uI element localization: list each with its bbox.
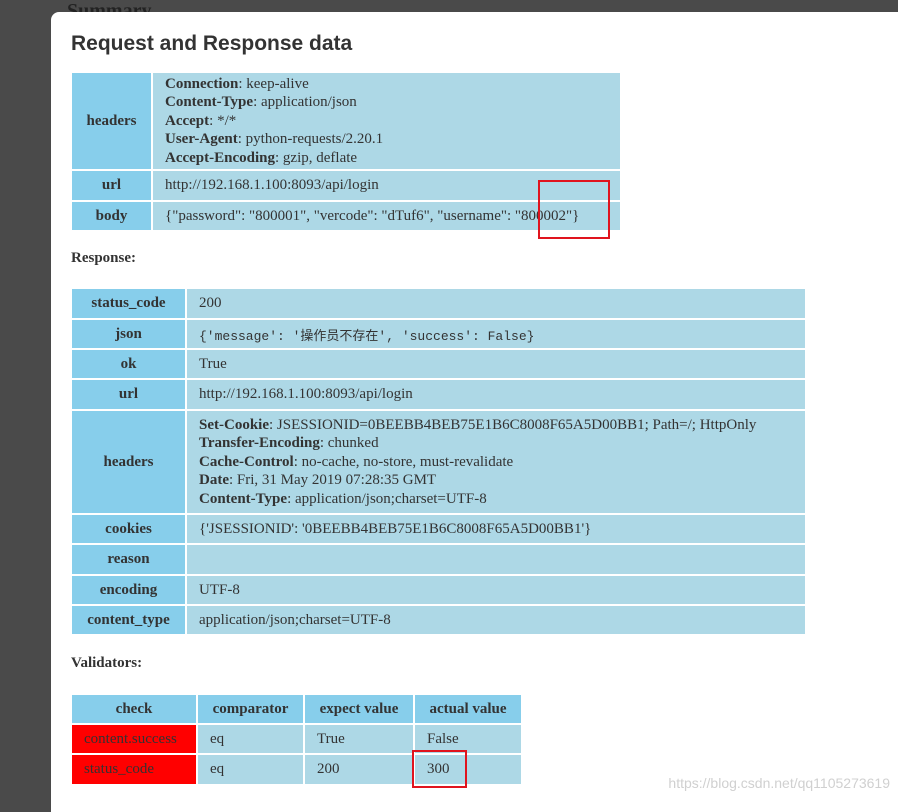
request-response-modal: Request and Response data headers Connec… — [51, 12, 898, 812]
table-row: status_code 200 — [72, 289, 805, 318]
highlight-box — [412, 750, 467, 788]
table-row: json {'message': '操作员不存在', 'success': Fal… — [72, 320, 805, 348]
column-header: expect value — [305, 695, 413, 723]
table-row: headers Set-Cookie: JSESSIONID=0BEEBB4BE… — [72, 411, 805, 513]
header-line: Accept: */* — [165, 112, 237, 129]
response-heading: Response: — [71, 250, 137, 266]
request-headers: Connection: keep-alive Content-Type: app… — [153, 73, 620, 169]
url-value: http://192.168.1.100:8093/api/login — [187, 380, 805, 409]
header-line: Transfer-Encoding: chunked — [199, 435, 379, 452]
check-cell-failed: content.success — [72, 725, 196, 753]
validators-heading: Validators: — [71, 655, 143, 671]
table-row: cookies {'JSESSIONID': '0BEEBB4BEB75E1B6C… — [72, 515, 805, 543]
highlight-box — [538, 180, 610, 239]
table-row: headers Connection: keep-alive Content-T… — [72, 73, 620, 169]
json-value: {'message': '操作员不存在', 'success': False} — [187, 320, 805, 348]
check-cell-failed: status_code — [72, 755, 196, 784]
header-line: Content-Type: application/json — [165, 94, 357, 111]
header-line: Date: Fri, 31 May 2019 07:28:35 GMT — [199, 472, 437, 489]
ok-value: True — [187, 350, 805, 378]
cookies-value: {'JSESSIONID': '0BEEBB4BEB75E1B6C8008F65… — [187, 515, 805, 543]
row-label: status_code — [72, 289, 185, 318]
response-table: status_code 200 json {'message': '操作员不存在',… — [70, 287, 807, 636]
comparator-cell: eq — [198, 755, 303, 784]
header-line: Cache-Control: no-cache, no-store, must-… — [199, 453, 514, 470]
watermark: https://blog.csdn.net/qq1105273619 — [668, 775, 890, 791]
header-line: User-Agent: python-requests/2.20.1 — [165, 131, 384, 148]
expect-cell: 200 — [305, 755, 413, 784]
row-label: headers — [72, 73, 151, 169]
row-label: json — [72, 320, 185, 348]
table-header-row: check comparator expect value actual val… — [72, 695, 521, 723]
row-label: content_type — [72, 606, 185, 634]
row-label: reason — [72, 545, 185, 574]
modal-title: Request and Response data — [71, 32, 353, 55]
column-header: check — [72, 695, 196, 723]
content-type-value: application/json;charset=UTF-8 — [187, 606, 805, 634]
table-row: content_type application/json;charset=UTF… — [72, 606, 805, 634]
column-header: comparator — [198, 695, 303, 723]
table-row: reason — [72, 545, 805, 574]
response-headers: Set-Cookie: JSESSIONID=0BEEBB4BEB75E1B6C… — [187, 411, 805, 513]
row-label: url — [72, 380, 185, 409]
encoding-value: UTF-8 — [187, 576, 805, 604]
header-line: Set-Cookie: JSESSIONID=0BEEBB4BEB75E1B6C… — [199, 416, 757, 433]
row-label: headers — [72, 411, 185, 513]
row-label: ok — [72, 350, 185, 378]
column-header: actual value — [415, 695, 521, 723]
table-row: content.success eq True False — [72, 725, 521, 753]
header-line: Accept-Encoding: gzip, deflate — [165, 149, 358, 166]
expect-cell: True — [305, 725, 413, 753]
row-label: encoding — [72, 576, 185, 604]
status-code-value: 200 — [187, 289, 805, 318]
table-row: ok True — [72, 350, 805, 378]
actual-cell: False — [415, 725, 521, 753]
table-row: url http://192.168.1.100:8093/api/login — [72, 380, 805, 409]
row-label: body — [72, 202, 151, 230]
header-line: Content-Type: application/json;charset=U… — [199, 490, 487, 507]
row-label: cookies — [72, 515, 185, 543]
comparator-cell: eq — [198, 725, 303, 753]
reason-value — [187, 545, 805, 574]
table-row: encoding UTF-8 — [72, 576, 805, 604]
header-line: Connection: keep-alive — [165, 75, 309, 92]
row-label: url — [72, 171, 151, 200]
